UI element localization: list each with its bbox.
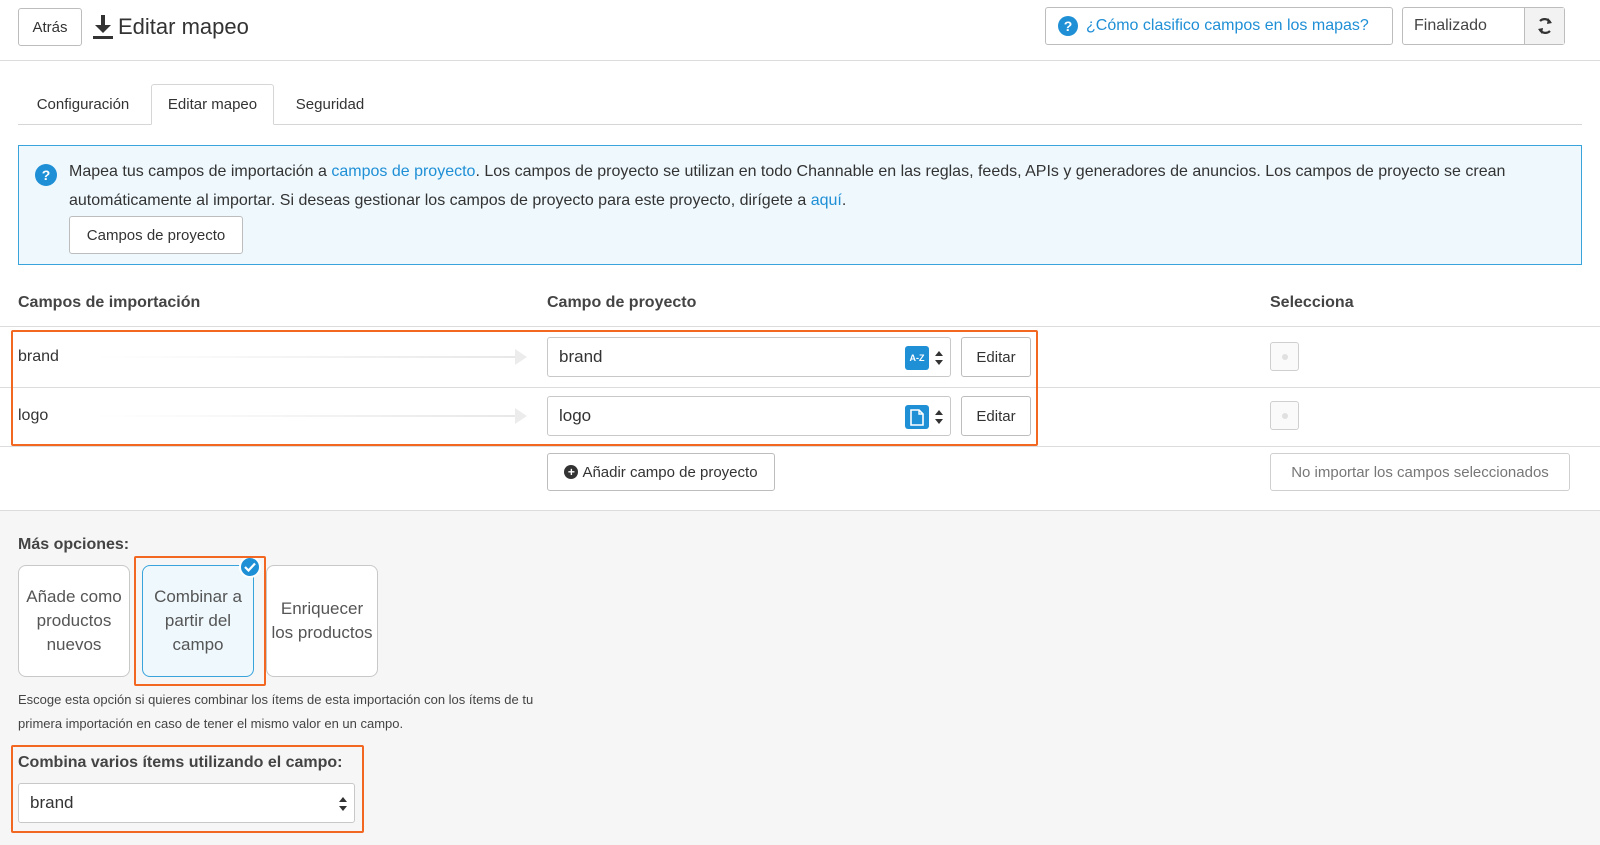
select-checkbox[interactable] [1270,401,1299,430]
tab-configuracion[interactable]: Configuración [18,84,148,125]
column-header-select: Selecciona [1270,294,1354,311]
info-text-part: Mapea tus campos de importación a [69,163,332,180]
refresh-button[interactable] [1524,8,1564,44]
page-title: Editar mapeo [118,14,249,39]
help-link-button[interactable]: ? ¿Cómo clasifico campos en los mapas? [1045,7,1393,45]
tab-seguridad[interactable]: Seguridad [280,84,380,125]
info-text-part: . [841,192,847,209]
highlight-combine-option [134,556,266,686]
more-options-heading: Más opciones: [18,536,130,553]
info-text: Mapea tus campos de importación a campos… [69,157,1569,215]
select-checkbox[interactable] [1270,342,1299,371]
option-description: Escoge esta opción si quieres combinar l… [18,692,534,731]
column-header-project: Campo de proyecto [547,294,697,311]
here-link[interactable]: aquí [811,192,842,209]
back-button[interactable]: Atrás [18,8,82,46]
info-box: ? Mapea tus campos de importación a camp… [18,145,1582,265]
table-divider [0,326,1600,327]
option-add-new-products[interactable]: Añade como productos nuevos [18,565,130,677]
highlight-combine-field [11,745,364,833]
project-fields-button[interactable]: Campos de proyecto [69,216,243,254]
page-title-wrap: Editar mapeo [92,9,249,45]
table-divider [0,446,1600,447]
status-indicator: Finalizado [1402,7,1565,45]
column-header-import: Campos de importación [18,294,201,311]
no-import-selected-button[interactable]: No importar los campos seleccionados [1270,453,1570,491]
status-label: Finalizado [1414,17,1487,34]
highlight-mapping-rows [11,330,1038,446]
add-project-field-button[interactable]: + Añadir campo de proyecto [547,453,775,491]
tab-editar-mapeo[interactable]: Editar mapeo [151,84,274,125]
plus-circle-icon: + [564,465,579,479]
add-project-field-label: Añadir campo de proyecto [582,463,758,481]
question-icon: ? [35,164,57,186]
option-enrich-products[interactable]: Enriquecer los productos [266,565,378,677]
question-icon: ? [1058,16,1078,36]
project-fields-link[interactable]: campos de proyecto [331,163,475,180]
help-link-label: ¿Cómo clasifico campos en los mapas? [1086,17,1369,34]
refresh-icon [1537,18,1552,34]
download-icon [93,15,113,39]
header-divider [0,60,1600,61]
